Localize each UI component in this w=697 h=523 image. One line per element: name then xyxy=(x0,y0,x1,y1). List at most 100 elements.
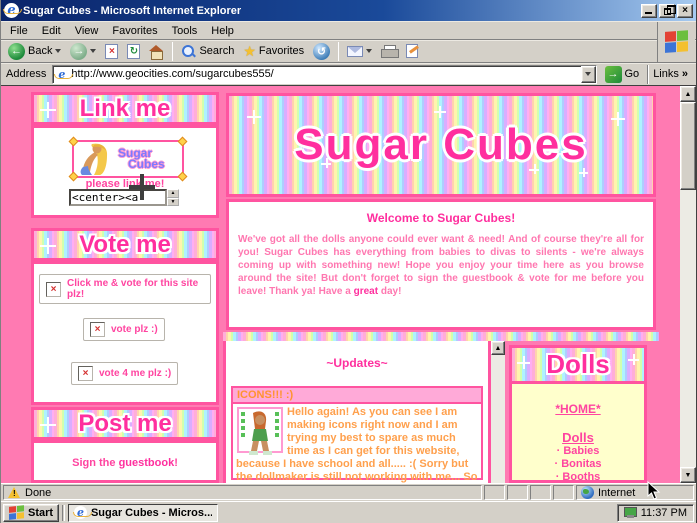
forward-icon: → xyxy=(70,43,87,60)
menu-favorites[interactable]: Favorites xyxy=(105,23,164,39)
dolls-link-babies[interactable]: · Babies xyxy=(512,445,644,458)
updates-frame: ~Updates~ ICONS!!! :) xyxy=(223,341,491,483)
site-banner-image: Sugar Cubes xyxy=(72,140,184,178)
updates-scroll-up-button[interactable]: ▲ xyxy=(491,341,505,355)
edit-icon xyxy=(406,44,418,58)
zone-text: Internet xyxy=(598,487,635,499)
stop-button[interactable]: × xyxy=(102,43,121,60)
rainbow-divider xyxy=(223,332,659,341)
toolbar-separator xyxy=(172,42,173,61)
favorites-button[interactable]: ★ Favorites xyxy=(240,43,307,59)
update-entry: ICONS!!! :) xyxy=(231,386,483,480)
status-pane-empty xyxy=(553,485,574,500)
mail-button[interactable] xyxy=(344,45,375,58)
sparkle-icon xyxy=(40,238,56,254)
page-viewport: Link me Sugar Cubes please link me! xyxy=(1,86,696,483)
links-button[interactable]: Links » xyxy=(647,65,693,84)
menu-tools[interactable]: Tools xyxy=(165,23,205,39)
link-me-title: Link me xyxy=(80,95,171,123)
vote-me-title: Vote me xyxy=(79,231,171,259)
site-title: Sugar Cubes xyxy=(294,120,587,170)
broken-image-icon: × xyxy=(78,366,93,381)
menu-file[interactable]: File xyxy=(3,23,35,39)
address-dropdown-icon xyxy=(585,72,591,76)
back-button[interactable]: ← Back xyxy=(5,42,64,61)
close-button[interactable]: × xyxy=(677,4,693,18)
welcome-text: We've got all the dolls anyone could eve… xyxy=(229,225,653,298)
post-me-header: Post me xyxy=(31,407,219,440)
start-label: Start xyxy=(28,507,53,519)
restore-button[interactable] xyxy=(659,4,675,18)
search-button[interactable]: Search xyxy=(178,43,237,60)
guestbook-link[interactable]: Sign the guestbook! xyxy=(34,457,216,469)
welcome-heading: Welcome to Sugar Cubes! xyxy=(229,202,653,225)
update-entry-title: ICONS!!! :) xyxy=(233,388,481,404)
back-icon: ← xyxy=(8,43,25,60)
print-button[interactable] xyxy=(378,44,400,58)
address-input[interactable]: e http://www.geocities.com/sugarcubes555… xyxy=(52,65,596,84)
refresh-button[interactable]: ↻ xyxy=(124,43,143,60)
dolls-link-booths[interactable]: · Booths xyxy=(512,471,644,483)
vote-link-1-label: Click me & vote for this site plz! xyxy=(67,278,204,300)
sparkle-icon xyxy=(628,354,639,365)
menu-help[interactable]: Help xyxy=(204,23,241,39)
search-icon xyxy=(181,44,196,59)
title-bar: e Sugar Cubes - Microsoft Internet Explo… xyxy=(1,0,696,21)
update-entry-body: Hello again! As you can see I am making … xyxy=(233,404,481,483)
sparkle-icon xyxy=(434,106,446,118)
back-dropdown-icon[interactable] xyxy=(55,49,61,53)
vote-link-2[interactable]: × vote plz :) xyxy=(83,318,165,341)
banner-doll-image xyxy=(74,142,118,176)
task-label: Sugar Cubes - Micros... xyxy=(91,507,212,519)
address-label: Address xyxy=(4,68,48,80)
search-label: Search xyxy=(199,45,234,57)
vote-link-3-label: vote 4 me plz :) xyxy=(99,368,171,379)
minimize-icon xyxy=(645,12,652,14)
page-scrollbar[interactable]: ▲ ▼ xyxy=(680,86,696,483)
home-button[interactable] xyxy=(146,44,167,59)
menu-edit[interactable]: Edit xyxy=(35,23,68,39)
scrollbar-thumb[interactable] xyxy=(680,102,696,190)
network-tray-icon[interactable] xyxy=(624,507,637,518)
taskbar-window-button[interactable]: e Sugar Cubes - Micros... xyxy=(68,504,218,522)
scroll-up-button[interactable]: ▲ xyxy=(680,86,696,102)
address-url[interactable]: http://www.geocities.com/sugarcubes555/ xyxy=(71,68,577,80)
dolls-title: Dolls xyxy=(546,349,610,380)
updates-heading: ~Updates~ xyxy=(226,341,488,370)
sparkle-icon xyxy=(40,102,56,118)
forward-button[interactable]: → xyxy=(67,42,99,61)
scroll-down-button[interactable]: ▼ xyxy=(680,467,696,483)
history-button[interactable]: ↺ xyxy=(310,42,333,61)
sparkle-icon xyxy=(611,112,625,126)
vote-link-3[interactable]: × vote 4 me plz :) xyxy=(71,362,178,385)
menu-view[interactable]: View xyxy=(68,23,106,39)
post-me-title: Post me xyxy=(78,410,171,438)
mail-dropdown-icon[interactable] xyxy=(366,49,372,53)
address-bar: Address e http://www.geocities.com/sugar… xyxy=(1,63,696,86)
spinner-down-icon[interactable]: ▼ xyxy=(167,198,179,207)
forward-dropdown-icon[interactable] xyxy=(90,49,96,53)
vote-link-1[interactable]: × Click me & vote for this site plz! xyxy=(39,274,211,304)
minimize-button[interactable] xyxy=(641,4,657,18)
home-link[interactable]: *HOME* xyxy=(512,402,644,416)
sparkle-icon xyxy=(40,417,56,433)
dolls-link-bonitas[interactable]: · Bonitas xyxy=(512,458,644,471)
main-header-banner: Sugar Cubes xyxy=(226,93,656,197)
update-doll-image xyxy=(237,407,283,457)
edit-button[interactable] xyxy=(403,43,421,59)
favorites-label: Favorites xyxy=(259,45,304,57)
go-button[interactable]: → Go xyxy=(601,66,644,83)
updates-scrollbar[interactable]: ▲ xyxy=(491,341,505,483)
vote-link-2-label: vote plz :) xyxy=(111,324,158,335)
spinner-up-icon[interactable]: ▲ xyxy=(167,189,179,198)
sparkle-icon xyxy=(517,356,530,369)
stop-icon: × xyxy=(105,44,118,59)
back-label: Back xyxy=(28,45,52,57)
address-dropdown-button[interactable] xyxy=(581,66,596,83)
start-button[interactable]: Start xyxy=(3,504,59,522)
link-code-input[interactable] xyxy=(69,189,167,206)
link-code-row: ▲ ▼ xyxy=(69,189,179,206)
dolls-section-link[interactable]: Dolls xyxy=(512,430,644,445)
code-spinner[interactable]: ▲ ▼ xyxy=(167,189,179,206)
mail-icon xyxy=(347,46,363,57)
